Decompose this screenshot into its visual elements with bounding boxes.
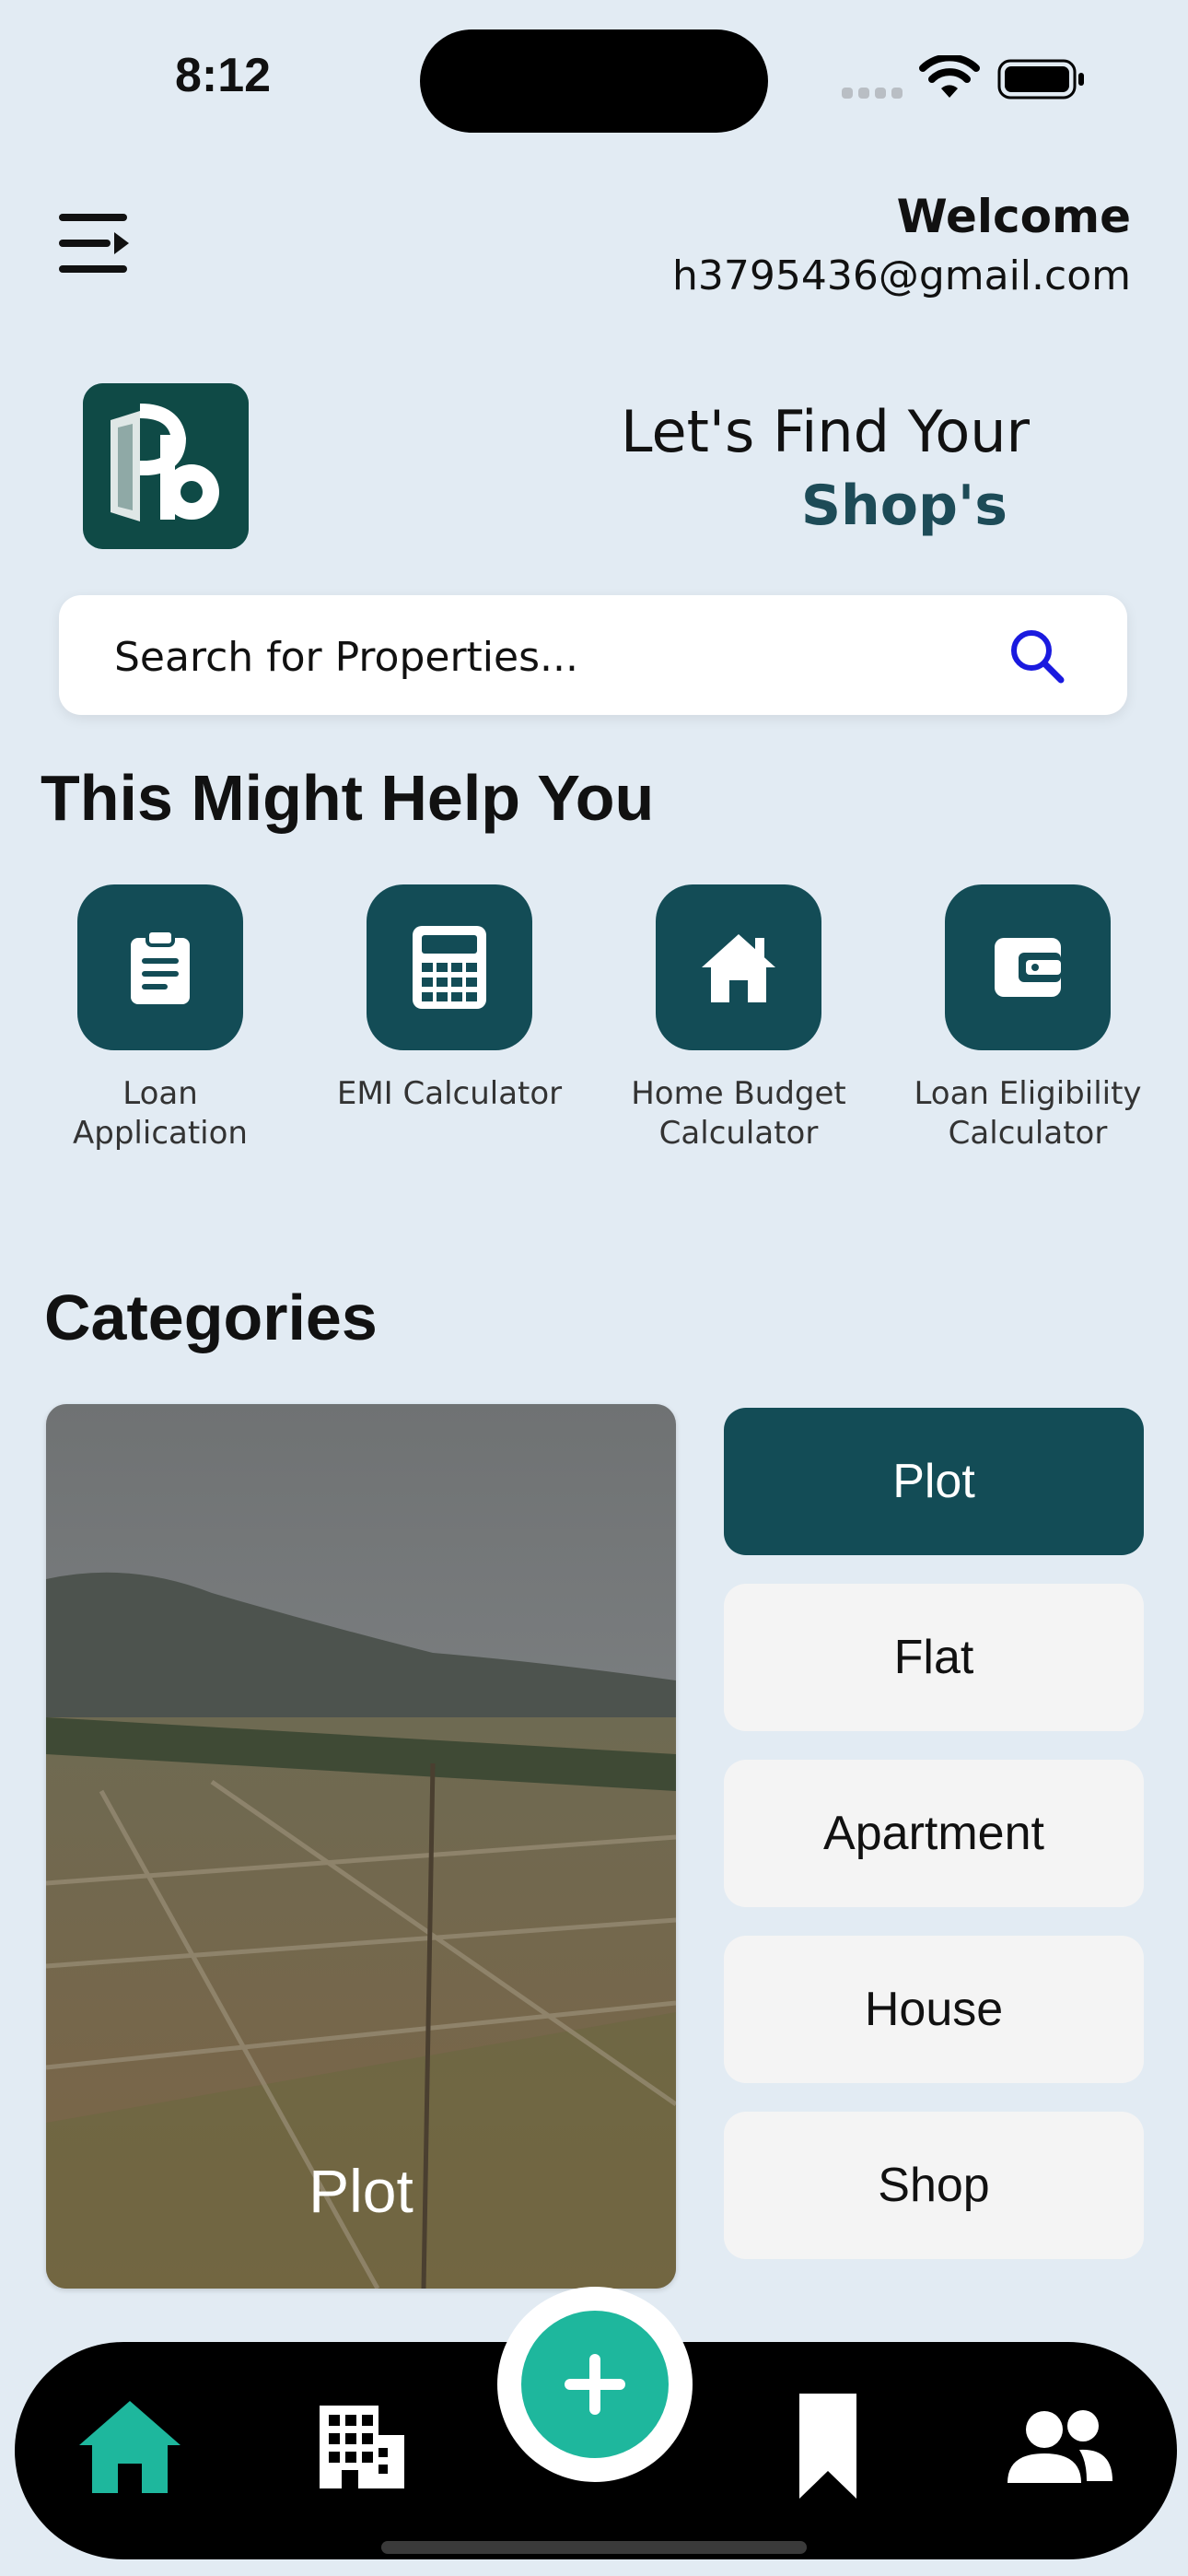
users-icon [1007,2410,1112,2483]
search-icon[interactable] [1007,626,1066,685]
nav-home[interactable] [61,2377,199,2515]
dynamic-island [420,29,768,133]
tagline-line2: Shop's [800,474,1007,538]
home-icon [702,934,775,1002]
help-item-label: Loan Application [73,1075,248,1152]
emi-calculator-item[interactable]: EMI Calculator [334,884,565,1114]
nav-saved[interactable] [759,2377,897,2515]
app-logo [83,383,249,549]
help-item-label: EMI Calculator [336,1075,563,1112]
category-shop-button[interactable]: Shop [724,2112,1144,2259]
status-time: 8:12 [175,49,272,102]
wallet-icon [995,938,1061,997]
nav-profile[interactable] [991,2377,1129,2515]
loan-eligibility-calculator-item[interactable]: Loan Eligibility Calculator [913,884,1143,1153]
clipboard-icon [131,929,190,1004]
category-featured-image[interactable]: Plot [46,1404,676,2289]
help-section-title: This Might Help You [41,762,655,834]
buildings-icon [320,2406,404,2488]
cellular-signal-icon [842,85,908,102]
category-apartment-button[interactable]: Apartment [724,1760,1144,1907]
categories-title: Categories [44,1282,378,1353]
category-house-button[interactable]: House [724,1936,1144,2083]
battery-icon [997,59,1084,100]
bookmark-icon [799,2394,856,2499]
home-budget-calculator-item[interactable]: Home Budget Calculator [623,884,854,1153]
category-flat-button[interactable]: Flat [724,1584,1144,1731]
search-input[interactable] [112,628,945,685]
welcome-text: Welcome [896,190,1131,243]
add-button[interactable] [521,2311,669,2458]
add-icon [565,2354,625,2415]
featured-caption: Plot [309,2157,413,2225]
wifi-icon [919,55,980,98]
search-bar[interactable] [59,595,1127,715]
nav-properties[interactable] [293,2377,431,2515]
menu-icon[interactable] [55,208,134,278]
home-icon [79,2401,181,2493]
help-item-label: Home Budget Calculator [631,1075,846,1152]
loan-application-item[interactable]: Loan Application [45,884,275,1153]
tagline-line1: Let's Find Your [621,398,1031,465]
help-item-label: Loan Eligibility Calculator [914,1075,1142,1152]
user-email: h3795436@gmail.com [671,252,1131,299]
category-plot-button[interactable]: Plot [724,1408,1144,1555]
home-indicator [381,2541,807,2554]
calculator-icon [413,926,486,1009]
